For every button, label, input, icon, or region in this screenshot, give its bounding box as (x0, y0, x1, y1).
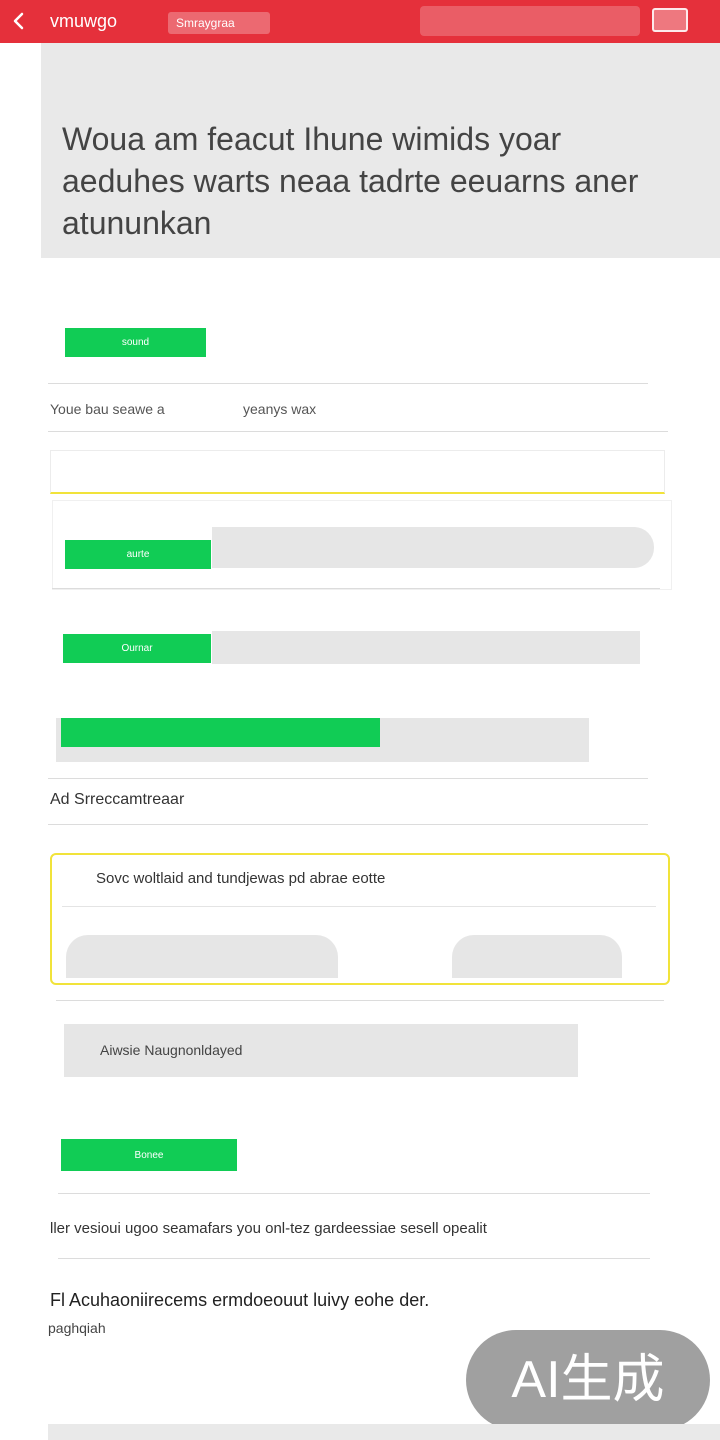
section3-field[interactable] (212, 631, 640, 664)
divider (52, 588, 660, 589)
header-text: Woua am feacut Ihune wimids yoar aeduhes… (62, 121, 639, 241)
divider (58, 1258, 650, 1259)
text-input[interactable] (50, 450, 665, 494)
progress-track (56, 718, 589, 762)
divider (48, 824, 648, 825)
card-placeholder-right (452, 935, 622, 978)
top-tab-label: Smraygraa (176, 16, 235, 30)
app-title: vmuwgo (50, 11, 118, 31)
row1-right-label: yeanys wax (243, 401, 317, 417)
section2-field[interactable] (212, 527, 654, 568)
dropdown-field-text: Aiwsie Naugnonldayed (100, 1042, 243, 1058)
footer-line1: Fl Acuhaoniirecems ermdoeouut luivy eohe… (50, 1290, 430, 1310)
highlighted-card-text: Sovc woltlaid and tundjewas pd abrae eot… (96, 870, 386, 887)
card-placeholder-left (66, 935, 338, 978)
divider (48, 383, 648, 384)
row2-label: Ad Srreccamtreaar (50, 791, 185, 808)
top-action-button[interactable] (652, 8, 688, 32)
divider (56, 1000, 664, 1001)
section2-button[interactable]: aurte (65, 540, 211, 569)
top-banner-decoration (420, 6, 640, 36)
divider (48, 431, 668, 432)
section4-button[interactable]: Bonee (61, 1139, 237, 1171)
section3-button[interactable]: Ournar (63, 634, 211, 663)
section1-button[interactable]: sound (65, 328, 206, 357)
divider (48, 778, 648, 779)
bottom-panel (48, 1424, 720, 1440)
divider (58, 1193, 650, 1194)
footer-line2: paghqiah (48, 1320, 106, 1336)
chevron-left-icon[interactable] (8, 9, 30, 33)
divider (62, 906, 656, 907)
row1-left-label: Youe bau seawe a (50, 401, 165, 417)
row3-text: ller vesioui ugoo seamafars you onl-tez … (50, 1220, 487, 1237)
progress-fill (61, 718, 380, 747)
ai-generated-watermark: AI生成 (466, 1330, 710, 1430)
